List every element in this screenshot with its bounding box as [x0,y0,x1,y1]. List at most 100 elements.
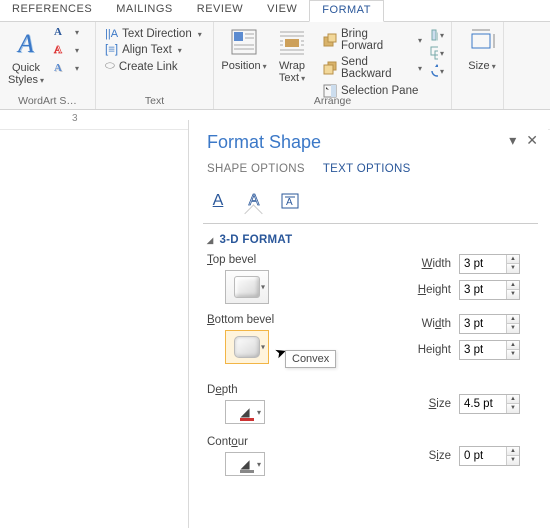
text-effects-icon[interactable]: A [243,191,265,211]
bring-forward-button[interactable]: Bring Forward [320,27,425,53]
tab-view[interactable]: VIEW [255,0,309,21]
top-width-spinner[interactable]: ▲▼ [459,254,520,274]
category-icons: A A A [207,187,534,219]
spin-up-icon[interactable]: ▲ [507,447,519,456]
bottom-bevel-button[interactable] [225,330,269,364]
spin-down-icon[interactable]: ▼ [507,290,519,299]
text-direction-button[interactable]: ||A Text Direction [102,27,207,41]
group-wordart-styles: A Quick Styles A A A WordArt S… [0,22,96,109]
contour-size-input[interactable] [460,448,506,464]
send-backward-button[interactable]: Send Backward [320,55,425,81]
size-icon [466,26,498,58]
fill-bucket-icon: ◢ [240,405,249,419]
size-button[interactable]: Size [458,24,506,73]
quick-styles-label: Quick Styles [8,62,40,86]
wrap-text-icon [276,26,308,58]
document-area[interactable] [0,130,184,530]
contour-color-button[interactable]: ◢ [225,452,265,476]
rotate-button[interactable] [429,63,445,79]
bottom-width-spinner[interactable]: ▲▼ [459,314,520,334]
ribbon-body: A Quick Styles A A A WordArt S… ||A Te [0,22,550,110]
text-outline-dropdown[interactable] [68,42,84,58]
create-link-label: Create Link [119,61,178,73]
bottom-height-spinner[interactable]: ▲▼ [459,340,520,360]
align-text-icon: [≡] [105,44,118,56]
bottom-width-input[interactable] [460,316,506,332]
tab-format[interactable]: FORMAT [309,0,384,22]
bottom-height-input[interactable] [460,342,506,358]
pane-tabs: SHAPE OPTIONS TEXT OPTIONS [207,163,534,179]
top-width-input[interactable] [460,256,506,272]
spin-down-icon[interactable]: ▼ [507,456,519,465]
text-fill-button[interactable]: A [50,24,66,40]
group-text: ||A Text Direction [≡] Align Text ⬭ Crea… [96,22,214,109]
tab-text-options[interactable]: TEXT OPTIONS [323,163,411,179]
spin-down-icon[interactable]: ▼ [507,404,519,413]
align-text-button[interactable]: [≡] Align Text [102,43,207,57]
bottom-height-label: Height [418,344,451,356]
tab-review[interactable]: REVIEW [185,0,255,21]
spin-up-icon[interactable]: ▲ [507,395,519,404]
text-effects-dropdown[interactable] [68,60,84,76]
svg-text:A: A [286,197,293,208]
link-icon: ⬭ [105,60,115,73]
send-backward-icon [323,61,337,75]
text-effects-button[interactable]: A [50,60,66,76]
tab-shape-options[interactable]: SHAPE OPTIONS [207,163,305,179]
contour-size-label: Size [429,450,451,462]
position-icon [228,26,260,58]
pane-title: Format Shape [207,132,534,153]
wordart-a-icon: A [18,31,34,57]
bring-forward-icon [323,33,337,47]
top-height-label: Height [418,284,451,296]
tab-references[interactable]: REFERENCES [0,0,104,21]
format-shape-pane: Format Shape ▾ ✕ SHAPE OPTIONS TEXT OPTI… [188,120,548,528]
depth-size-label: Size [429,398,451,410]
align-text-label: Align Text [122,44,172,56]
section-3d-format[interactable]: 3-D FORMAT [207,234,534,246]
spin-up-icon[interactable]: ▲ [507,341,519,350]
spin-down-icon[interactable]: ▼ [507,350,519,359]
tab-mailings[interactable]: MAILINGS [104,0,185,21]
bottom-bevel-swatch-icon [234,336,260,358]
group-objects-button[interactable] [429,45,445,61]
pane-options-dropdown-icon[interactable]: ▾ [509,132,516,149]
bottom-width-label: Width [422,318,451,330]
depth-size-spinner[interactable]: ▲▼ [459,394,520,414]
position-label: Position [221,60,260,72]
text-direction-icon: ||A [105,28,118,40]
send-backward-label: Send Backward [341,56,412,80]
text-fill-outline-icon[interactable]: A [207,191,229,211]
ruler-mark: 3 [72,113,78,124]
group-arrange: Position Wrap Text Bring Forward Send Ba… [214,22,452,109]
spin-up-icon[interactable]: ▲ [507,315,519,324]
depth-color-button[interactable]: ◢ [225,400,265,424]
text-fill-dropdown[interactable] [68,24,84,40]
quick-styles-button[interactable]: A Quick Styles [6,26,46,87]
depth-size-input[interactable] [460,396,506,412]
top-width-label: Width [422,258,451,270]
spin-up-icon[interactable]: ▲ [507,281,519,290]
close-icon[interactable]: ✕ [526,132,538,149]
ribbon-tabs: REFERENCES MAILINGS REVIEW VIEW FORMAT [0,0,550,22]
fill-bucket-icon: ◢ [240,457,249,471]
create-link-button[interactable]: ⬭ Create Link [102,59,207,74]
spin-down-icon[interactable]: ▼ [507,264,519,273]
bring-forward-label: Bring Forward [341,28,412,52]
top-height-spinner[interactable]: ▲▼ [459,280,520,300]
text-direction-label: Text Direction [122,28,192,40]
group-label-arrange: Arrange [214,95,451,107]
text-outline-button[interactable]: A [50,42,66,58]
bottom-bevel-tooltip: Convex [285,350,336,368]
spin-up-icon[interactable]: ▲ [507,255,519,264]
textbox-icon[interactable]: A [279,191,301,211]
align-button[interactable] [429,27,445,43]
group-label-wordart: WordArt S… [0,95,95,107]
contour-size-spinner[interactable]: ▲▼ [459,446,520,466]
spin-down-icon[interactable]: ▼ [507,324,519,333]
top-bevel-swatch-icon [234,276,260,298]
size-label: Size [468,60,489,72]
group-size: Size [452,22,504,109]
top-height-input[interactable] [460,282,506,298]
top-bevel-button[interactable] [225,270,269,304]
